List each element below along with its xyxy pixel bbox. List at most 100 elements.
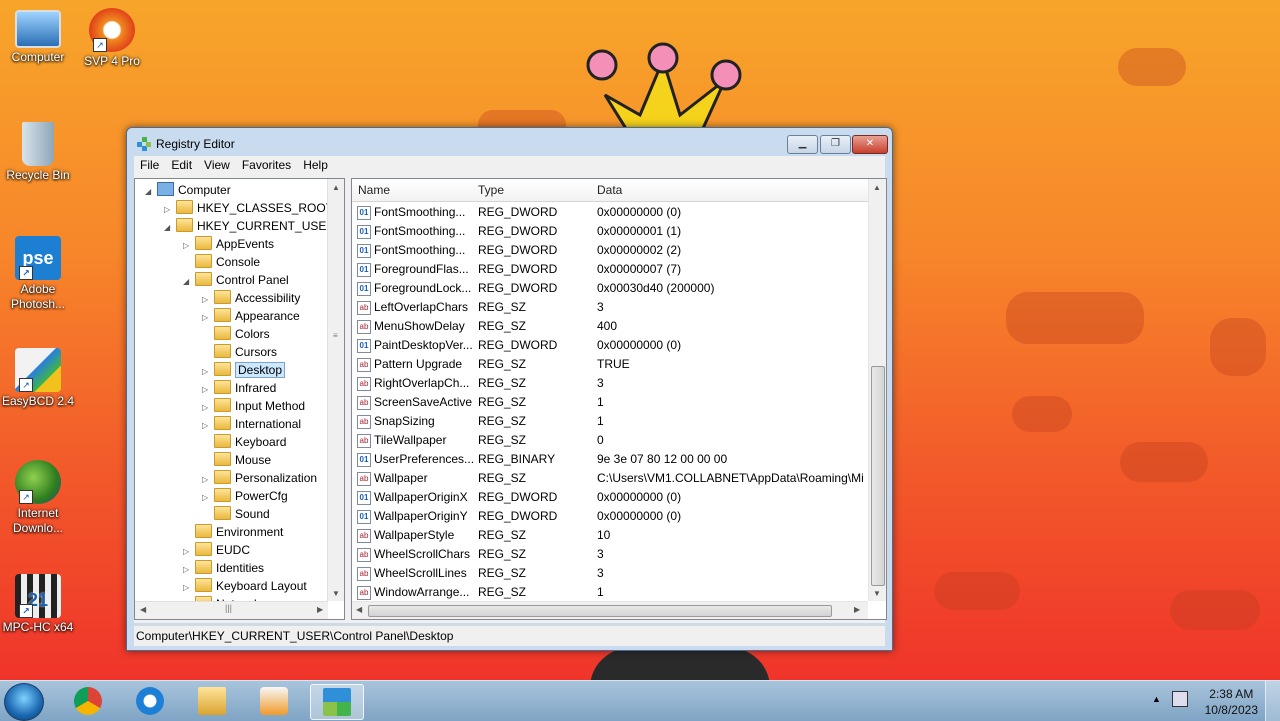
expand-arrow-icon[interactable]: ▷ [202,291,214,309]
table-row[interactable]: ab WheelScrollChars REG_SZ 3 [352,545,868,564]
tree-node[interactable]: Environment [183,523,283,541]
tree-node[interactable]: Mouse [202,451,271,469]
desktop-icon-mpc-hc[interactable]: 21 ↗ MPC-HC x64 [0,574,76,635]
taskbar-registry-editor[interactable] [310,684,364,720]
tree-node[interactable]: ▷ International [202,415,301,433]
tray-expand-icon[interactable]: ▲ [1152,694,1161,704]
taskbar-internet-explorer[interactable] [124,684,176,718]
tree-node[interactable]: ▷ AppEvents [183,235,274,253]
table-row[interactable]: ab WallpaperStyle REG_SZ 10 [352,526,868,545]
desktop-icon-easybcd[interactable]: ↗ EasyBCD 2.4 [0,348,76,409]
column-header-name[interactable]: Name [358,183,390,197]
scroll-down-arrow-icon[interactable]: ▼ [873,589,881,598]
list-horizontal-scrollbar[interactable]: ◀ ▶ [352,601,868,619]
expand-arrow-icon[interactable]: ▷ [164,201,176,219]
table-row[interactable]: ab ScreenSaveActive REG_SZ 1 [352,393,868,412]
menu-view[interactable]: View [198,156,236,174]
scroll-grip-icon[interactable]: ≡ [333,331,338,340]
tree-node[interactable]: Console [183,253,260,271]
tree-node[interactable]: Sound [202,505,270,523]
table-row[interactable]: ab RightOverlapCh... REG_SZ 3 [352,374,868,393]
tree-node[interactable]: ◢ Control Panel [183,271,289,289]
taskbar-media-player[interactable] [248,684,300,718]
tree-node[interactable]: Keyboard [202,433,286,451]
menu-help[interactable]: Help [297,156,334,174]
expand-arrow-icon[interactable]: ▷ [202,489,214,507]
tree-node[interactable]: ▷ Appearance [202,307,300,325]
tree-node[interactable]: Cursors [202,343,277,361]
expand-arrow-icon[interactable]: ◢ [164,219,176,237]
tree-node[interactable]: Colors [202,325,270,343]
tree-node[interactable]: ▷ Identities [183,559,264,577]
tree-node[interactable]: ▷ Input Method [202,397,305,415]
scroll-left-arrow-icon[interactable]: ◀ [140,605,146,614]
expand-arrow-icon[interactable]: ▷ [202,381,214,399]
expand-arrow-icon[interactable]: ▷ [202,471,214,489]
desktop-icon-svp[interactable]: ↗ SVP 4 Pro [74,8,150,69]
scroll-thumb[interactable] [871,366,885,586]
menu-edit[interactable]: Edit [165,156,198,174]
table-row[interactable]: 01 ForegroundLock... REG_DWORD 0x00030d40 (… [352,279,868,298]
show-desktop-button[interactable] [1265,681,1280,721]
table-row[interactable]: 01 WallpaperOriginY REG_DWORD 0x00000000 (0… [352,507,868,526]
table-row[interactable]: 01 FontSmoothing... REG_DWORD 0x00000002 (2… [352,241,868,260]
table-row[interactable]: ab Pattern Upgrade REG_SZ TRUE [352,355,868,374]
registry-tree[interactable]: ▷Network▷Keyboard Layout▷Identities▷EUDC… [134,178,345,620]
expand-arrow-icon[interactable]: ◢ [145,183,157,201]
scroll-down-arrow-icon[interactable]: ▼ [332,589,340,598]
expand-arrow-icon[interactable]: ▷ [183,543,195,561]
scroll-left-arrow-icon[interactable]: ◀ [356,605,362,614]
tree-node[interactable]: ▷ Keyboard Layout [183,577,307,595]
expand-arrow-icon[interactable]: ▷ [202,417,214,435]
taskbar-chrome[interactable] [62,684,114,718]
table-row[interactable]: 01 WallpaperOriginX REG_DWORD 0x00000000 (0… [352,488,868,507]
expand-arrow-icon[interactable]: ▷ [183,561,195,579]
maximize-button[interactable]: ❐ [820,135,851,154]
scroll-thumb[interactable] [368,605,832,617]
tree-node[interactable]: ▷ EUDC [183,541,250,559]
tree-node[interactable]: ▷ Desktop [202,361,286,381]
list-vertical-scrollbar[interactable]: ▲ ▼ [868,179,886,601]
expand-arrow-icon[interactable]: ▷ [202,399,214,417]
scroll-grip-icon[interactable]: ||| [225,603,232,613]
expand-arrow-icon[interactable]: ▷ [183,579,195,597]
menu-favorites[interactable]: Favorites [236,156,297,174]
title-bar[interactable]: Registry Editor ▁ ❐ ✕ [127,128,892,158]
network-icon[interactable] [1172,691,1188,707]
desktop-icon-photoshop[interactable]: pse ↗ Adobe Photosh... [0,236,76,312]
registry-editor-window[interactable]: Registry Editor ▁ ❐ ✕ File Edit View Favori… [126,127,893,651]
taskbar-file-explorer[interactable] [186,684,238,718]
scroll-right-arrow-icon[interactable]: ▶ [854,605,860,614]
scroll-up-arrow-icon[interactable]: ▲ [873,183,881,192]
column-header-type[interactable]: Type [478,183,504,197]
table-row[interactable]: ab WindowArrange... REG_SZ 1 [352,583,868,602]
expand-arrow-icon[interactable]: ▷ [183,237,195,255]
desktop-icon-recycle-bin[interactable]: Recycle Bin [0,122,76,183]
table-row[interactable]: 01 FontSmoothing... REG_DWORD 0x00000001 (1… [352,222,868,241]
values-list[interactable]: Name Type Data ▲ ▼ ◀ ▶ 01 FontSmoothing..… [351,178,887,620]
tree-vertical-scrollbar[interactable]: ▲ ≡ ▼ [327,179,344,601]
close-button[interactable]: ✕ [852,135,888,154]
start-button[interactable] [4,683,44,721]
clock[interactable]: 2:38 AM 10/8/2023 [1205,686,1258,718]
table-row[interactable]: ab WheelScrollLines REG_SZ 3 [352,564,868,583]
expand-arrow-icon[interactable]: ▷ [202,309,214,327]
table-row[interactable]: ab SnapSizing REG_SZ 1 [352,412,868,431]
table-row[interactable]: 01 FontSmoothing... REG_DWORD 0x00000000 (0… [352,203,868,222]
expand-arrow-icon[interactable]: ◢ [183,273,195,291]
tree-node[interactable]: ◢ Computer [145,181,231,199]
table-row[interactable]: ab Wallpaper REG_SZ C:\Users\VM1.COLLABNET\… [352,469,868,488]
tree-node[interactable]: ▷ Personalization [202,469,317,487]
expand-arrow-icon[interactable]: ▷ [202,363,214,381]
menu-file[interactable]: File [134,156,165,174]
tree-node[interactable]: ◢ HKEY_CURRENT_USER [164,217,335,235]
scroll-up-arrow-icon[interactable]: ▲ [332,183,340,192]
tree-node[interactable]: ▷ Accessibility [202,289,300,307]
scroll-right-arrow-icon[interactable]: ▶ [317,605,323,614]
tree-node[interactable]: ▷ HKEY_CLASSES_ROOT [164,199,333,217]
table-row[interactable]: ab LeftOverlapChars REG_SZ 3 [352,298,868,317]
table-row[interactable]: 01 PaintDesktopVer... REG_DWORD 0x00000000 … [352,336,868,355]
tree-node[interactable]: ▷ PowerCfg [202,487,288,505]
column-header-data[interactable]: Data [597,183,622,197]
desktop-icon-internet-download[interactable]: ↗ Internet Downlo... [0,460,76,536]
